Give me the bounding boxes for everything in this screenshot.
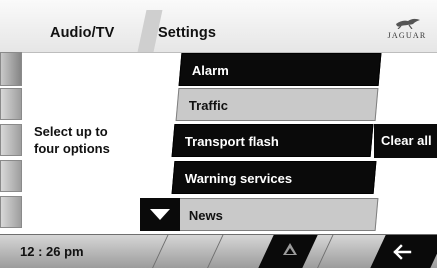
instruction-line-2: four options [34, 141, 110, 156]
side-segment [0, 196, 22, 228]
back-arrow-icon [393, 244, 412, 260]
settings-screen: Audio/TV Settings JAGUAR Select up to fo… [0, 0, 437, 268]
audio-tv-tab[interactable]: Audio/TV [50, 25, 114, 41]
instruction-line-1: Select up to [34, 124, 108, 139]
option-label: News [188, 208, 223, 223]
jaguar-leaper-icon [396, 18, 420, 29]
settings-tab[interactable]: Settings [158, 25, 216, 41]
side-segment [0, 52, 22, 86]
eject-icon-inner [286, 248, 294, 254]
option-alarm[interactable]: Alarm [178, 53, 382, 86]
side-segment [0, 124, 22, 156]
clear-all-button[interactable]: Clear all [374, 124, 437, 158]
instruction-text: Select up to four options [34, 123, 154, 157]
side-segment [0, 160, 22, 192]
option-label: Traffic [188, 98, 228, 113]
triangle-down-icon [150, 209, 170, 220]
option-traffic[interactable]: Traffic [175, 88, 379, 121]
scroll-down-button[interactable] [140, 198, 180, 231]
option-transport-flash[interactable]: Transport flash [171, 124, 374, 157]
logo-wordmark: JAGUAR [387, 31, 427, 40]
top-bar: Audio/TV Settings JAGUAR [0, 0, 437, 53]
option-label: Transport flash [184, 134, 279, 149]
jaguar-logo: JAGUAR [385, 15, 429, 45]
option-warning-services[interactable]: Warning services [171, 161, 377, 194]
side-segment [0, 88, 22, 120]
option-news[interactable]: News [175, 198, 379, 231]
clock: 12 : 26 pm [20, 244, 84, 259]
option-label: Warning services [184, 171, 293, 186]
option-label: Alarm [191, 63, 229, 78]
